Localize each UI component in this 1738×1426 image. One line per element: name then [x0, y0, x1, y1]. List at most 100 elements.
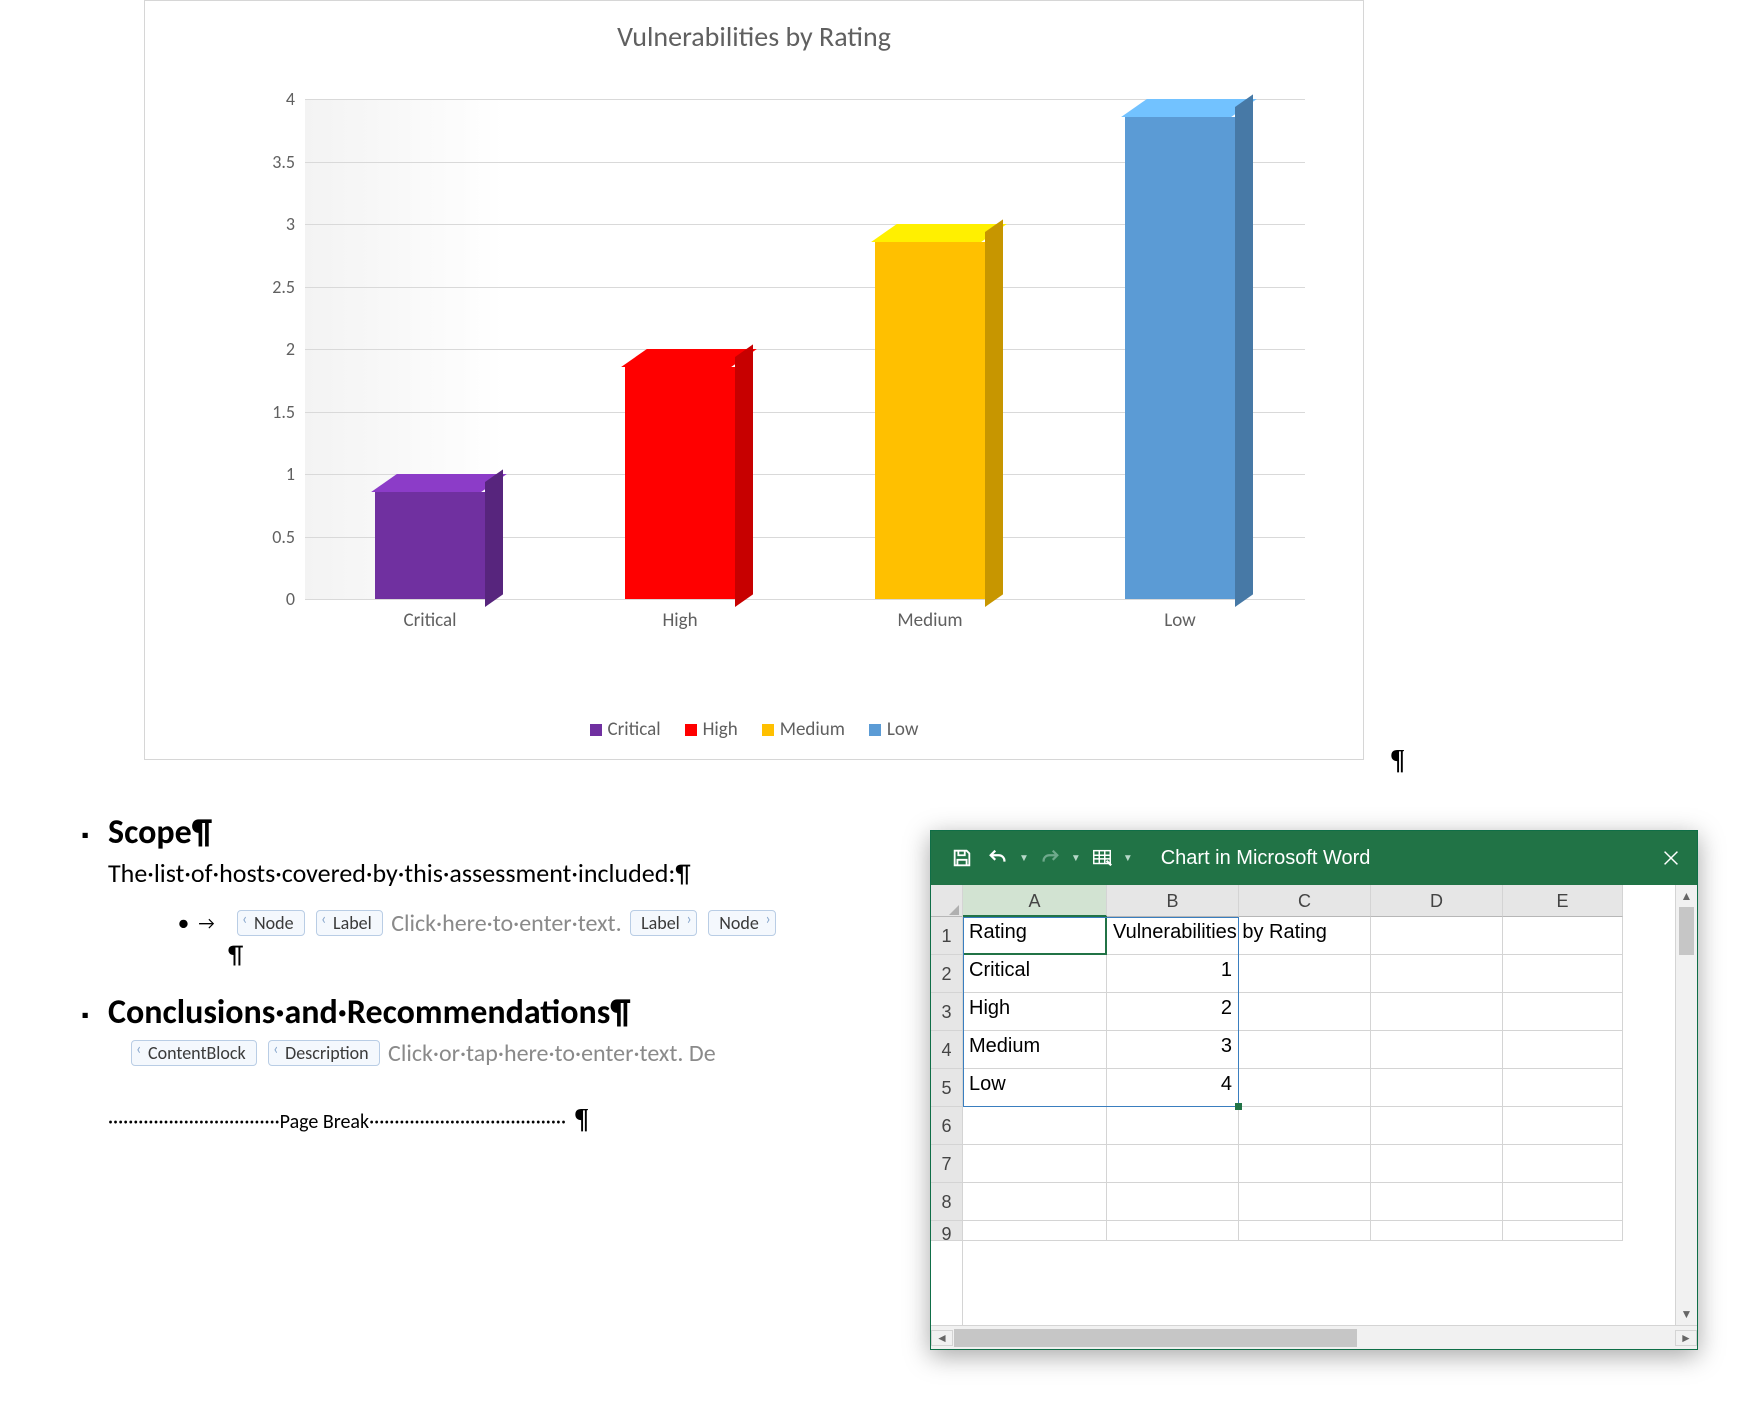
row-header-2[interactable]: 2 — [931, 955, 962, 993]
chart-grid-icon[interactable] — [1087, 843, 1117, 873]
legend-item-medium[interactable]: Medium — [762, 718, 845, 741]
cell-E6[interactable] — [1503, 1107, 1623, 1145]
row-header-3[interactable]: 3 — [931, 993, 962, 1031]
chart-container[interactable]: Vulnerabilities by Rating 00.511.522.533… — [144, 0, 1364, 760]
cell-A9[interactable] — [963, 1221, 1107, 1241]
cell-A2[interactable]: Critical — [963, 955, 1107, 993]
cell-B1[interactable]: Vulnerabilities by Rating — [1107, 917, 1239, 955]
row-header-column: 123456789 — [931, 885, 963, 1325]
scroll-left-icon[interactable]: ◄ — [931, 1330, 953, 1346]
horizontal-scroll-thumb[interactable] — [954, 1329, 1357, 1347]
cell-E3[interactable] — [1503, 993, 1623, 1031]
cell-A7[interactable] — [963, 1145, 1107, 1183]
cell-B2[interactable]: 1 — [1107, 955, 1239, 993]
content-control-placeholder[interactable]: Click·or·tap·here·to·enter·text. — [388, 1039, 683, 1068]
scroll-down-icon[interactable]: ▼ — [1676, 1303, 1697, 1325]
row-header-7[interactable]: 7 — [931, 1145, 962, 1183]
close-button[interactable] — [1645, 831, 1697, 885]
content-control-placeholder[interactable]: Click·here·to·enter·text. — [391, 909, 621, 938]
cell-B6[interactable] — [1107, 1107, 1239, 1145]
column-header-B[interactable]: B — [1107, 885, 1239, 917]
cell-B3[interactable]: 2 — [1107, 993, 1239, 1031]
content-control-node-end[interactable]: Node — [708, 910, 776, 936]
undo-icon[interactable] — [983, 843, 1013, 873]
cell-D3[interactable] — [1371, 993, 1503, 1031]
save-icon[interactable] — [947, 843, 977, 873]
vertical-scroll-thumb[interactable] — [1679, 907, 1694, 955]
row-header-4[interactable]: 4 — [931, 1031, 962, 1069]
cell-E5[interactable] — [1503, 1069, 1623, 1107]
legend-item-low[interactable]: Low — [869, 718, 919, 741]
column-header-C[interactable]: C — [1239, 885, 1371, 917]
scroll-up-icon[interactable]: ▲ — [1676, 885, 1697, 907]
column-header-A[interactable]: A — [963, 885, 1107, 917]
select-all-corner[interactable] — [931, 885, 962, 917]
cell-D6[interactable] — [1371, 1107, 1503, 1145]
redo-icon[interactable] — [1035, 843, 1065, 873]
undo-dropdown-icon[interactable]: ▼ — [1019, 853, 1029, 864]
bar-medium[interactable] — [875, 224, 985, 599]
cell-C2[interactable] — [1239, 955, 1371, 993]
cell-E2[interactable] — [1503, 955, 1623, 993]
row-header-9[interactable]: 9 — [931, 1221, 962, 1241]
cell-C3[interactable] — [1239, 993, 1371, 1031]
cell-D7[interactable] — [1371, 1145, 1503, 1183]
cell-D5[interactable] — [1371, 1069, 1503, 1107]
cell-A6[interactable] — [963, 1107, 1107, 1145]
legend-item-high[interactable]: High — [685, 718, 738, 741]
cell-E9[interactable] — [1503, 1221, 1623, 1241]
horizontal-scrollbar[interactable]: ◄ ► — [931, 1325, 1697, 1349]
cell-E4[interactable] — [1503, 1031, 1623, 1069]
cell-B5[interactable]: 4 — [1107, 1069, 1239, 1107]
qat-customize-dropdown-icon[interactable]: ▼ — [1123, 853, 1133, 864]
cell-C8[interactable] — [1239, 1183, 1371, 1221]
cell-B8[interactable] — [1107, 1183, 1239, 1221]
content-control-label-start[interactable]: Label — [316, 910, 383, 936]
cell-C6[interactable] — [1239, 1107, 1371, 1145]
cell-A1[interactable]: Rating — [963, 917, 1107, 955]
cell-C1[interactable] — [1239, 917, 1371, 955]
redo-dropdown-icon[interactable]: ▼ — [1071, 853, 1081, 864]
cell-E7[interactable] — [1503, 1145, 1623, 1183]
bar-low[interactable] — [1125, 99, 1235, 599]
row-header-5[interactable]: 5 — [931, 1069, 962, 1107]
cell-D4[interactable] — [1371, 1031, 1503, 1069]
cell-B7[interactable] — [1107, 1145, 1239, 1183]
chart-data-window[interactable]: ▼ ▼ ▼ Chart in Microsoft Word 123456789 … — [930, 830, 1698, 1350]
cell-E8[interactable] — [1503, 1183, 1623, 1221]
cell-A8[interactable] — [963, 1183, 1107, 1221]
content-control-description-start[interactable]: Description — [268, 1040, 379, 1066]
scroll-right-icon[interactable]: ► — [1675, 1330, 1697, 1346]
row-header-6[interactable]: 6 — [931, 1107, 962, 1145]
legend-item-critical[interactable]: Critical — [590, 718, 661, 741]
cell-D2[interactable] — [1371, 955, 1503, 993]
cell-C9[interactable] — [1239, 1221, 1371, 1241]
cell-C7[interactable] — [1239, 1145, 1371, 1183]
cell-A3[interactable]: High — [963, 993, 1107, 1031]
cell-A4[interactable]: Medium — [963, 1031, 1107, 1069]
bar-critical[interactable] — [375, 474, 485, 599]
bar-high[interactable] — [625, 349, 735, 599]
row-header-1[interactable]: 1 — [931, 917, 962, 955]
column-header-D[interactable]: D — [1371, 885, 1503, 917]
content-control-description-end-truncated[interactable]: De — [689, 1039, 716, 1068]
quick-access-toolbar: ▼ ▼ ▼ — [931, 843, 1133, 873]
content-control-label-end[interactable]: Label — [630, 910, 697, 936]
column-header-E[interactable]: E — [1503, 885, 1623, 917]
cell-A5[interactable]: Low — [963, 1069, 1107, 1107]
vertical-scrollbar[interactable]: ▲ ▼ — [1675, 885, 1697, 1325]
cell-D9[interactable] — [1371, 1221, 1503, 1241]
cell-D8[interactable] — [1371, 1183, 1503, 1221]
cell-C4[interactable] — [1239, 1031, 1371, 1069]
cell-E1[interactable] — [1503, 917, 1623, 955]
cell-C5[interactable] — [1239, 1069, 1371, 1107]
content-control-node-start[interactable]: Node — [237, 910, 305, 936]
cell-B4[interactable]: 3 — [1107, 1031, 1239, 1069]
content-control-contentblock-start[interactable]: ContentBlock — [131, 1040, 257, 1066]
row-header-8[interactable]: 8 — [931, 1183, 962, 1221]
spreadsheet-grid[interactable]: ABCDE RatingVulnerabilities by RatingCri… — [963, 885, 1675, 1325]
cell-D1[interactable] — [1371, 917, 1503, 955]
x-axis-tick: Medium — [897, 609, 962, 632]
cell-B9[interactable] — [1107, 1221, 1239, 1241]
chart-data-titlebar[interactable]: ▼ ▼ ▼ Chart in Microsoft Word — [931, 831, 1697, 885]
